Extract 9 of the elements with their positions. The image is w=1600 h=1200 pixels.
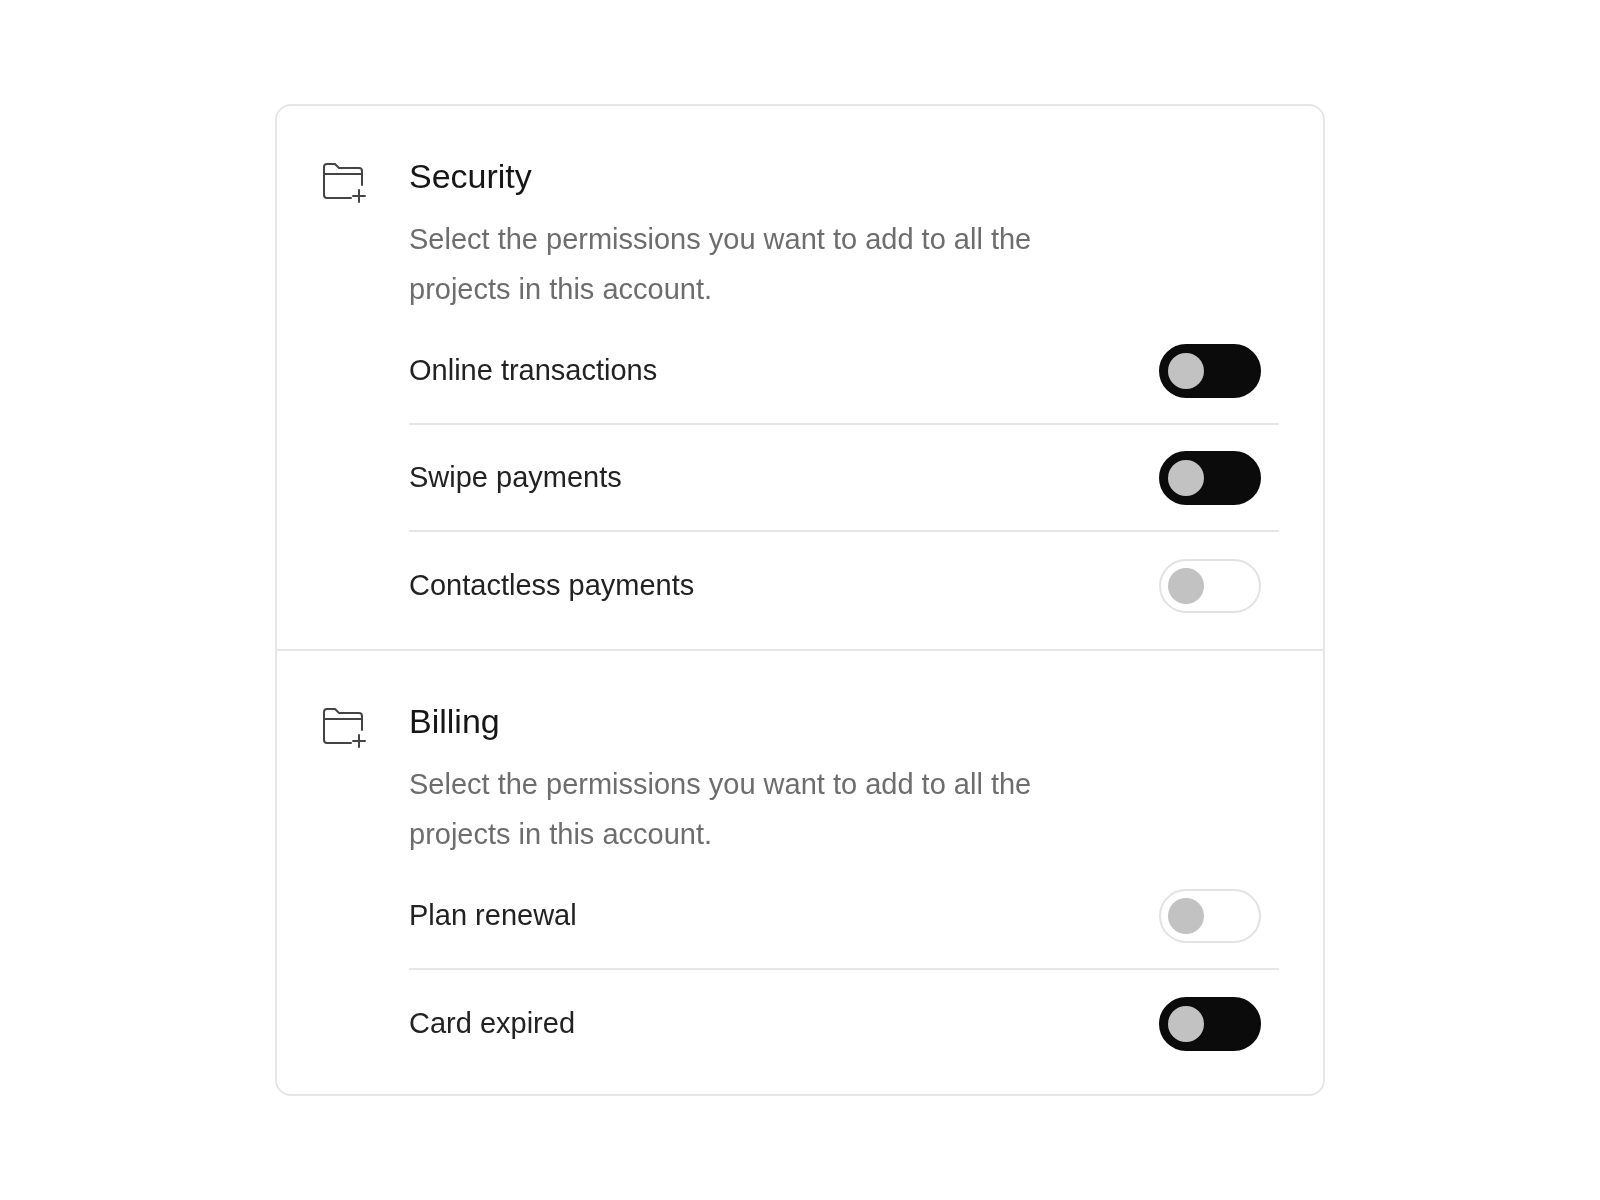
option-label: Swipe payments [409, 461, 622, 494]
section-description: Select the permissions you want to add to all the projects in this account. [409, 767, 1033, 852]
option-label: Plan renewal [409, 899, 577, 932]
section-title: Billing [409, 701, 501, 741]
section-title: Security [409, 156, 533, 196]
section-description: Select the permissions you want to add to all the projects in this account. [409, 222, 1033, 307]
option-label: Card expired [409, 1007, 576, 1040]
option-label: Online transactions [409, 354, 658, 387]
option-label: Contactless payments [409, 569, 695, 602]
